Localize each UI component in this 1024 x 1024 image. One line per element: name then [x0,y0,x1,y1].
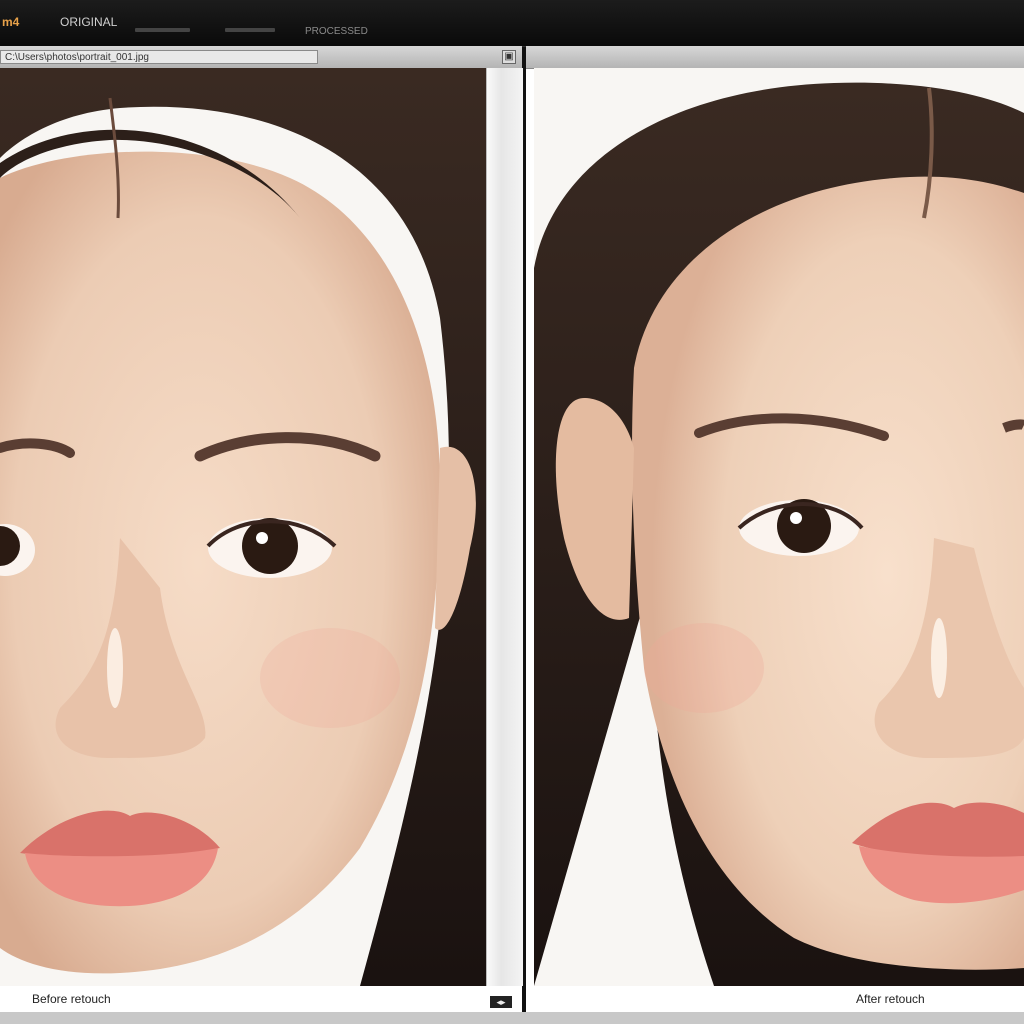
toolbar-slider-2[interactable] [225,28,275,32]
vertical-scrollbar[interactable] [486,68,523,986]
right-caption: After retouch [856,992,925,1006]
top-toolbar: m4 ORIGINAL PROCESSED [0,0,1024,47]
app-logo: m4 [2,15,20,29]
menu-processed[interactable]: PROCESSED [305,24,368,40]
file-path-field[interactable]: C:\Users\photos\portrait_001.jpg [0,50,318,64]
right-canvas [534,68,1024,986]
status-bar [0,1012,1024,1024]
scroll-arrows-icon[interactable]: ◂▸ [490,996,512,1008]
left-panel-titlebar: C:\Users\photos\portrait_001.jpg ▣ [0,46,522,69]
right-image-panel: After retouch [526,46,1024,1012]
maximize-icon[interactable]: ▣ [502,50,516,64]
right-panel-titlebar [526,46,1024,69]
portrait-before-image [0,68,486,986]
menu-original[interactable]: ORIGINAL [60,14,117,30]
toolbar-slider-1[interactable] [135,28,190,32]
portrait-after-image [534,68,1024,986]
left-image-panel: C:\Users\photos\portrait_001.jpg ▣ Befor… [0,46,523,1012]
left-caption: Before retouch [32,992,111,1006]
left-canvas [0,68,486,986]
